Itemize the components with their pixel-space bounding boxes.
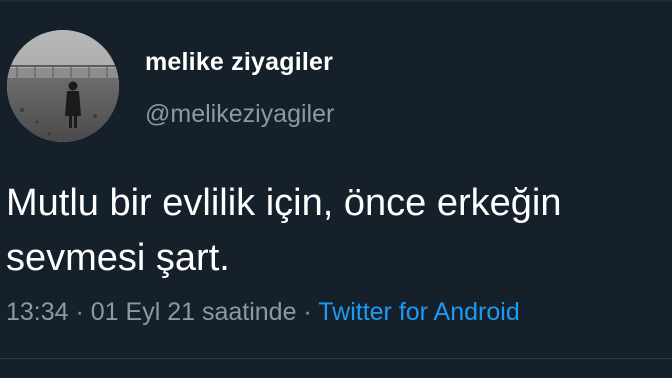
meta-separator: · (68, 298, 91, 326)
tweet-text-line-1: Mutlu bir evlilik için, önce erkeğin (6, 182, 562, 224)
tweet-text: Mutlu bir evlilik için, önce erkeğin sev… (6, 176, 672, 286)
tweet-text-line-2: sevmesi şart. (6, 237, 230, 279)
user-handle[interactable]: @melikeziyagiler (145, 100, 334, 129)
tweet-source-link[interactable]: Twitter for Android (318, 298, 519, 326)
tweet-card: melike ziyagiler @melikeziyagiler Mutlu … (0, 0, 672, 378)
display-name[interactable]: melike ziyagiler (145, 48, 333, 77)
tweet-date[interactable]: 01 Eyl 21 saatinde (91, 298, 297, 326)
tweet-time[interactable]: 13:34 (6, 298, 69, 326)
bottom-divider (0, 358, 672, 359)
tweet-meta: 13:34 · 01 Eyl 21 saatinde · Twitter for… (6, 298, 520, 327)
top-divider (0, 0, 672, 2)
meta-separator: · (296, 298, 319, 326)
avatar-photo-icon (7, 30, 119, 142)
avatar[interactable] (7, 30, 119, 142)
